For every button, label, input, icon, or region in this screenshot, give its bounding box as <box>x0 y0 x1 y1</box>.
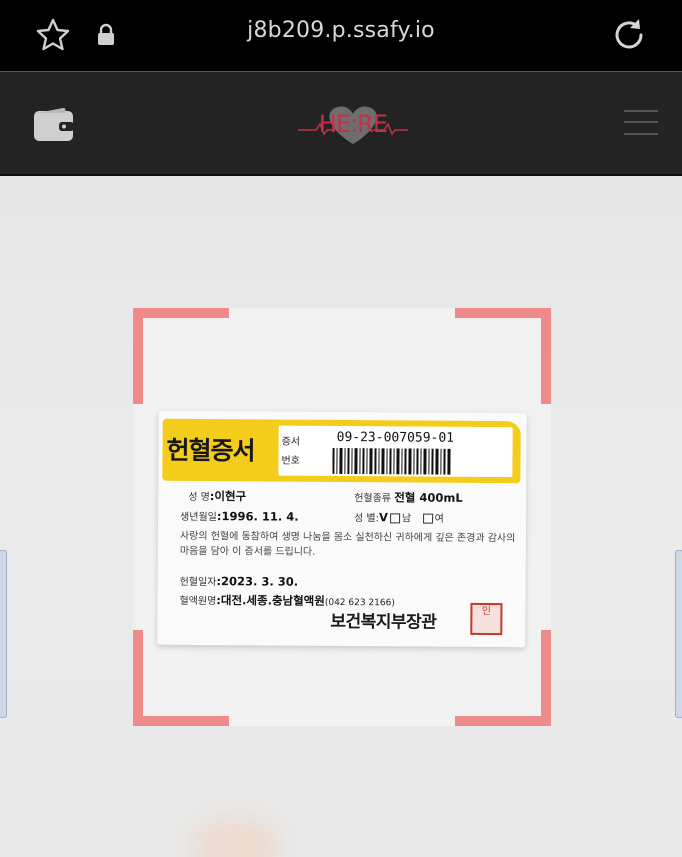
birth-value: :1996. 11. 4. <box>216 509 299 524</box>
hamburger-menu-icon[interactable] <box>624 108 658 138</box>
center-value: :대전.세종.충남혈액원 <box>216 593 325 608</box>
donation-certificate: 헌혈증서 증서 번호 09-23-007059-01 성 명:이현구 헌혈종류 … <box>157 410 527 648</box>
donation-type-value: 전혈 400mL <box>394 490 463 505</box>
certificate-title: 헌혈증서 <box>166 435 255 466</box>
certificate-number: 09-23-007059-01 <box>336 429 455 446</box>
url-text[interactable]: j8b209.p.ssafy.io <box>0 18 682 43</box>
birth-row: 생년월일:1996. 11. 4. <box>180 508 299 524</box>
cert-number-label-1: 증서 <box>281 436 301 448</box>
date-value: :2023. 3. 30. <box>216 574 299 589</box>
scan-corner-top-right <box>455 308 551 404</box>
browser-url-bar: j8b209.p.ssafy.io <box>0 0 682 72</box>
app-header: HE:RE <box>0 72 682 176</box>
logo-text: HE:RE <box>318 110 388 138</box>
app-logo[interactable]: HE:RE <box>296 100 410 148</box>
left-edge-handle[interactable] <box>0 550 7 718</box>
official-seal: 인 <box>470 602 503 636</box>
certificate-header-band: 헌혈증서 증서 번호 09-23-007059-01 <box>162 418 521 484</box>
donation-type-row: 헌혈종류 전혈 400mL <box>354 489 463 506</box>
wallet-icon[interactable] <box>33 107 74 142</box>
name-value: :이현구 <box>209 489 247 504</box>
name-row: 성 명:이현구 <box>188 488 246 504</box>
cert-number-label-2: 번호 <box>281 455 300 467</box>
date-label: 헌혈일자 <box>179 576 217 589</box>
donation-type-label: 헌혈종류 <box>354 493 392 505</box>
right-edge-handle[interactable] <box>675 550 682 718</box>
sex-male: 남 <box>401 513 412 525</box>
barcode <box>332 447 451 475</box>
male-checkbox <box>389 513 400 524</box>
seal-text: 인 <box>481 605 492 618</box>
birth-label: 생년월일 <box>180 511 217 524</box>
scan-frame: 헌혈증서 증서 번호 09-23-007059-01 성 명:이현구 헌혈종류 … <box>133 308 551 726</box>
sex-label: 성 별 <box>354 513 376 525</box>
finger-shadow <box>190 816 280 857</box>
issuer-name: 보건복지부장관 <box>330 611 437 633</box>
sex-female: 여 <box>434 513 444 525</box>
female-checkbox <box>422 513 433 524</box>
certificate-message: 사랑의 헌혈에 동참하여 생명 나눔을 몸소 실천하신 귀하에게 깊은 존경과 … <box>179 530 516 558</box>
scan-corner-top-left <box>133 308 229 404</box>
camera-preview: 헌혈증서 증서 번호 09-23-007059-01 성 명:이현구 헌혈종류 … <box>0 176 682 857</box>
date-row: 헌혈일자:2023. 3. 30. <box>180 573 299 589</box>
sex-row: 성 별:V 남 여 <box>354 510 444 525</box>
certificate-number-box: 증서 번호 09-23-007059-01 <box>278 425 513 478</box>
name-label: 성 명 <box>188 491 210 504</box>
reload-icon[interactable] <box>610 16 648 54</box>
center-label: 혈액원명 <box>179 595 217 608</box>
